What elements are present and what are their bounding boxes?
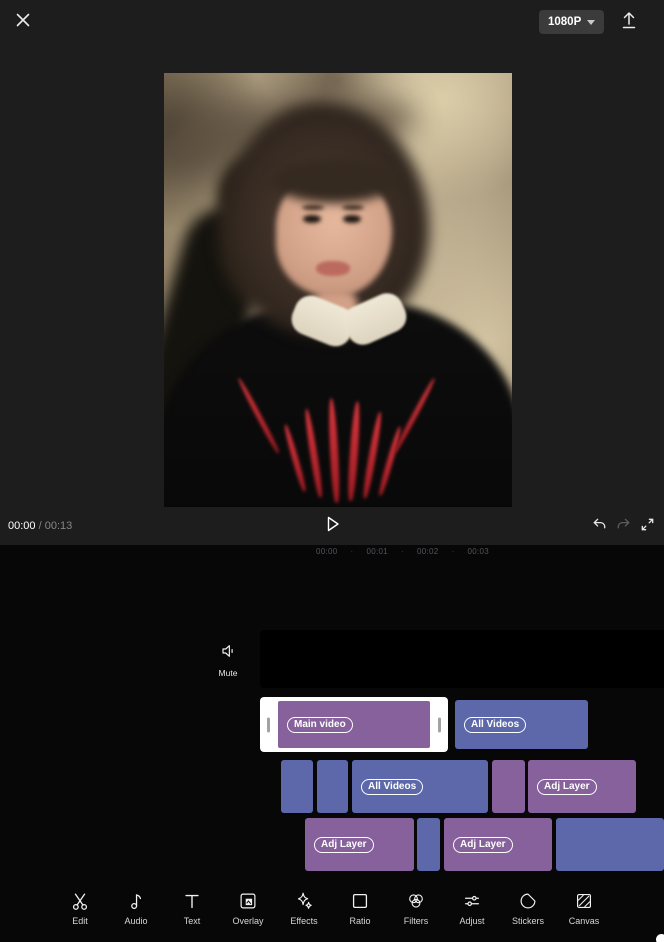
- fullscreen-icon: [639, 516, 656, 538]
- undo-button[interactable]: [591, 518, 608, 535]
- trim-handle-right[interactable]: [438, 717, 441, 732]
- canvas-icon: [573, 890, 595, 912]
- portrait-eyebrow: [302, 205, 324, 210]
- toolbar-item-effects[interactable]: Effects: [276, 880, 332, 936]
- toolbar-item-adjust[interactable]: Adjust: [444, 880, 500, 936]
- mute-label: Mute: [209, 668, 247, 678]
- portrait-bangs: [272, 159, 397, 203]
- portrait-eye: [303, 215, 321, 223]
- timeline-ruler[interactable]: 00:00 · 00:01 · 00:02 · 00:03: [316, 547, 489, 556]
- time-display: 00:00 / 00:13: [8, 520, 72, 532]
- toolbar-item-edit[interactable]: Edit: [52, 880, 108, 936]
- clip-label: Adj Layer: [453, 837, 513, 853]
- video-editor-app: 1080P 00:00 / 00:13: [0, 0, 664, 942]
- clip-label: All Videos: [464, 717, 526, 733]
- clip-unlabeled[interactable]: [317, 760, 348, 813]
- close-button[interactable]: [12, 11, 34, 33]
- time-separator: /: [36, 520, 45, 532]
- clip-label: Adj Layer: [314, 837, 374, 853]
- clip-label: All Videos: [361, 779, 423, 795]
- video-preview[interactable]: [164, 73, 512, 507]
- toolbar-item-filters[interactable]: Filters: [388, 880, 444, 936]
- redo-icon: [615, 516, 632, 538]
- current-time: 00:00: [8, 520, 36, 532]
- ratio-icon: [349, 890, 371, 912]
- clip-label: Main video: [287, 717, 353, 733]
- toolbar-item-label: Overlay: [232, 916, 263, 926]
- ruler-tick: 00:01: [367, 547, 389, 556]
- scissors-icon: [69, 890, 91, 912]
- toolbar-item-label: Effects: [290, 916, 317, 926]
- close-icon: [13, 10, 33, 35]
- speaker-muted-icon: [209, 641, 247, 666]
- clip-unlabeled[interactable]: [417, 818, 440, 871]
- clip-unlabeled[interactable]: [281, 760, 313, 813]
- clip-unlabeled[interactable]: [556, 818, 664, 871]
- video-thumbnail-strip[interactable]: [260, 630, 664, 688]
- clip-adj-layer[interactable]: Adj Layer: [528, 760, 636, 813]
- toolbar-item-label: Audio: [124, 916, 147, 926]
- toolbar-item-ratio[interactable]: Ratio: [332, 880, 388, 936]
- toolbar-item-label: Ratio: [349, 916, 370, 926]
- filters-icon: [405, 890, 427, 912]
- ruler-tick-dot: ·: [452, 547, 455, 556]
- toolbar-item-label: Edit: [72, 916, 88, 926]
- clip-all-videos[interactable]: All Videos: [455, 700, 588, 749]
- overlay-icon: [237, 890, 259, 912]
- toolbar-item-label: Adjust: [459, 916, 484, 926]
- toolbar-item-stickers[interactable]: Stickers: [500, 880, 556, 936]
- resolution-dropdown[interactable]: 1080P: [539, 10, 604, 34]
- clip-adj-layer[interactable]: Adj Layer: [444, 818, 552, 871]
- text-icon: [181, 890, 203, 912]
- toolbar-item-label: Filters: [404, 916, 429, 926]
- clip-unlabeled[interactable]: [492, 760, 525, 813]
- portrait-eyebrow: [342, 205, 364, 210]
- music-note-icon: [125, 890, 147, 912]
- adjust-sliders-icon: [461, 890, 483, 912]
- ruler-tick-dot: ·: [351, 547, 354, 556]
- export-button[interactable]: [617, 10, 641, 34]
- fullscreen-button[interactable]: [639, 518, 656, 535]
- play-button[interactable]: [322, 516, 342, 536]
- clip-adj-layer[interactable]: Adj Layer: [305, 818, 414, 871]
- portrait-eye: [343, 215, 361, 223]
- toolbar-item-label: Text: [184, 916, 201, 926]
- corner-indicator: [656, 934, 664, 942]
- ruler-tick: 00:03: [468, 547, 490, 556]
- selected-clip-main-video[interactable]: Main video: [260, 697, 448, 752]
- stickers-icon: [517, 890, 539, 912]
- mute-button[interactable]: Mute: [209, 641, 247, 678]
- toolbar-item-label: Stickers: [512, 916, 544, 926]
- clip-label: Adj Layer: [537, 779, 597, 795]
- clip-body[interactable]: Main video: [278, 701, 430, 748]
- ruler-tick: 00:02: [417, 547, 439, 556]
- export-icon: [618, 9, 640, 36]
- duration: 00:13: [45, 520, 73, 532]
- ruler-tick: 00:00: [316, 547, 338, 556]
- ruler-tick-dot: ·: [401, 547, 404, 556]
- resolution-label: 1080P: [548, 16, 581, 28]
- clip-all-videos[interactable]: All Videos: [352, 760, 488, 813]
- toolbar-item-overlay[interactable]: Overlay: [220, 880, 276, 936]
- portrait-lips: [316, 261, 350, 276]
- toolbar-item-label: Canvas: [569, 916, 600, 926]
- trim-handle-left[interactable]: [267, 717, 270, 732]
- toolbar-item-audio[interactable]: Audio: [108, 880, 164, 936]
- chevron-down-icon: [587, 20, 595, 25]
- effects-star-icon: [293, 890, 315, 912]
- play-icon: [322, 514, 342, 539]
- toolbar-item-text[interactable]: Text: [164, 880, 220, 936]
- toolbar-item-canvas[interactable]: Canvas: [556, 880, 612, 936]
- redo-button[interactable]: [615, 518, 632, 535]
- undo-icon: [591, 516, 608, 538]
- bottom-toolbar: Edit Audio Text Overlay Effects Ratio Filters A…: [52, 880, 612, 936]
